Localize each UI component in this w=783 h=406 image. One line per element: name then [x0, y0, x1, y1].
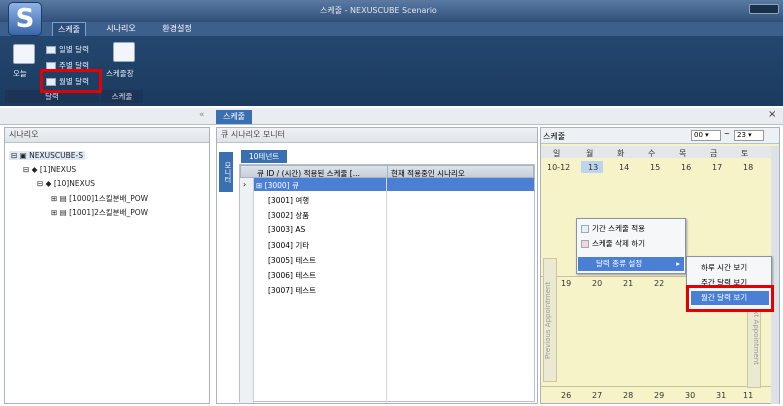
- table-row[interactable]: [3007] 테스트: [268, 285, 316, 296]
- date-cell[interactable]: 13: [588, 163, 598, 172]
- ribbon-group-schedule: 스케줄: [101, 90, 143, 103]
- app-logo[interactable]: S: [8, 2, 42, 36]
- calendar-day-icon: [46, 46, 56, 54]
- hour-from-select[interactable]: 00 ▾: [691, 130, 721, 141]
- weekday-header: [541, 146, 771, 158]
- document-tab-bar: 스케줄 × «: [0, 108, 783, 125]
- collapse-icon[interactable]: «: [199, 110, 205, 120]
- tab-schedule[interactable]: 스케줄: [52, 22, 86, 36]
- grid-header: 큐 ID / (시간) 적용된 스케줄 [... 현재 적용중인 시나리오: [240, 165, 534, 178]
- tab-settings[interactable]: 환경설정: [155, 22, 199, 36]
- title-bar: 스케줄 - NEXUSCUBE Scenario: [0, 0, 783, 22]
- week-divider: [541, 386, 771, 387]
- weekday-wed: 수: [648, 149, 656, 158]
- date-cell[interactable]: 31: [716, 391, 726, 400]
- scenario-panel: 시나리오 ⊟ ▣ NEXUSCUBE-S ⊟ ◆ [1]NEXUS ⊟ ◆ [1…: [4, 127, 210, 404]
- date-cell[interactable]: 21: [623, 279, 633, 288]
- monitor-panel: 큐 시나리오 모니터 모니터 10테넌트 큐 ID / (시간) 적용된 스케줄…: [216, 127, 538, 404]
- context-menu: 기간 스케줄 적용 스케줄 삭제 하기 달력 종류 설정 ▸: [576, 218, 686, 274]
- today-icon: [13, 44, 35, 64]
- date-cell[interactable]: 30: [685, 391, 695, 400]
- monitor-side-tab[interactable]: 모니터: [219, 152, 233, 192]
- tenant-tab[interactable]: 10테넌트: [241, 150, 287, 163]
- calendar-header: 스케줄: [543, 132, 566, 141]
- queue-grid: 큐 ID / (시간) 적용된 스케줄 [... 현재 적용중인 시나리오 › …: [239, 164, 535, 403]
- tab-scenario[interactable]: 시나리오: [103, 22, 139, 36]
- date-cell[interactable]: 27: [592, 391, 602, 400]
- calendar-scrollbar[interactable]: [771, 146, 779, 404]
- doc-tab-schedule[interactable]: 스케줄: [216, 110, 252, 124]
- table-row[interactable]: [3002] 상품: [268, 210, 309, 221]
- close-icon[interactable]: ×: [768, 109, 776, 120]
- tree-node-tenant[interactable]: ⊟ ◆ [10]NEXUS: [37, 179, 95, 188]
- table-row[interactable]: ⊞ [3000] 큐: [256, 180, 299, 191]
- menu-item-delete-schedule[interactable]: 스케줄 삭제 하기: [581, 238, 645, 249]
- range-separator: ~: [724, 130, 730, 138]
- date-cell[interactable]: 26: [561, 391, 571, 400]
- previous-appointment-button[interactable]: Previous Appointment: [543, 258, 557, 382]
- ribbon: 오늘 일별 달력 주별 달력 월별 달력 스케줄창 달력 스케줄: [0, 36, 783, 106]
- today-button[interactable]: 오늘: [13, 68, 27, 79]
- current-row-arrow-icon: ›: [243, 180, 247, 189]
- date-cell[interactable]: 22: [654, 279, 664, 288]
- date-cell[interactable]: 28: [623, 391, 633, 400]
- column-divider-body: [386, 178, 387, 403]
- date-cell[interactable]: 15: [650, 163, 660, 172]
- date-cell[interactable]: 16: [681, 163, 691, 172]
- hour-to-select[interactable]: 23 ▾: [734, 130, 764, 141]
- tree-node-nexus[interactable]: ⊟ ◆ [1]NEXUS: [23, 165, 76, 174]
- schedule-window-button[interactable]: 스케줄창: [106, 68, 134, 79]
- weekday-mon: 월: [586, 149, 594, 158]
- submenu-arrow-icon: ▸: [676, 259, 680, 268]
- date-cell[interactable]: 17: [712, 163, 722, 172]
- menu-item-apply-period[interactable]: 기간 스케줄 적용: [581, 223, 645, 234]
- tree-node-scenario-1001[interactable]: ⊞ ▤ [1001]2스킬분배_POW: [51, 207, 148, 218]
- window-controls[interactable]: [749, 4, 779, 14]
- menu-item-calendar-type[interactable]: 달력 종류 설정 ▸: [578, 257, 684, 271]
- table-row[interactable]: [3005] 테스트: [268, 255, 316, 266]
- monthly-highlight-box: [40, 69, 102, 93]
- month-view-highlight-box: [686, 285, 774, 312]
- date-cell[interactable]: 11: [743, 391, 753, 400]
- date-cell[interactable]: 29: [654, 391, 664, 400]
- apply-schedule-icon: [581, 225, 589, 233]
- calendar-toolbar: 스케줄 00 ▾ ~ 23 ▾: [541, 128, 779, 144]
- submenu-item-day[interactable]: 하루 시간 보기: [701, 262, 747, 273]
- weekday-sat: 토: [741, 149, 749, 158]
- weekday-tue: 화: [617, 149, 625, 158]
- weekday-thu: 목: [679, 149, 687, 158]
- tree-node-root[interactable]: ⊟ ▣ NEXUSCUBE-S: [9, 151, 85, 160]
- table-row[interactable]: [3003] AS: [268, 225, 305, 234]
- date-cell[interactable]: 14: [619, 163, 629, 172]
- date-cell[interactable]: 19: [561, 279, 571, 288]
- daily-calendar-button[interactable]: 일별 달력: [46, 44, 89, 55]
- table-row[interactable]: [3004] 기타: [268, 240, 309, 251]
- schedule-window-icon: [113, 42, 135, 62]
- date-cell[interactable]: 20: [592, 279, 602, 288]
- date-cell[interactable]: 18: [743, 163, 753, 172]
- delete-schedule-icon: [581, 240, 589, 248]
- tree-node-scenario-1000[interactable]: ⊞ ▤ [1000]1스킬분배_POW: [51, 193, 148, 204]
- weekday-fri: 금: [710, 149, 718, 158]
- table-row[interactable]: [3001] 여행: [268, 195, 309, 206]
- table-row[interactable]: [3006] 테스트: [268, 270, 316, 281]
- monitor-panel-header: 큐 시나리오 모니터: [217, 128, 537, 143]
- window-title: 스케줄 - NEXUSCUBE Scenario: [320, 6, 437, 15]
- date-cell[interactable]: 10-12: [547, 163, 570, 172]
- weekday-sun: 일: [553, 149, 561, 158]
- column-divider: [387, 166, 388, 178]
- row-selector-column: [240, 178, 254, 403]
- scenario-panel-header: 시나리오: [5, 128, 209, 143]
